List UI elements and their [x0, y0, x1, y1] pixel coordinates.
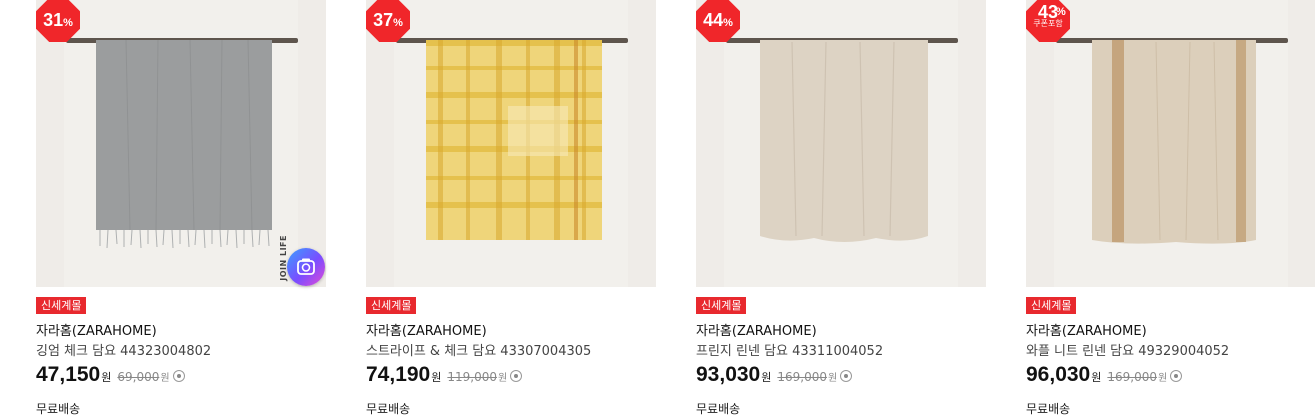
blanket-image [426, 40, 602, 240]
product-name[interactable]: 깅엄 체크 담요 44323004802 [36, 340, 211, 359]
store-tag: 신세계몰 [696, 297, 747, 314]
original-price: 69,000 [117, 370, 160, 384]
sale-price: 74,190 [366, 363, 431, 386]
shipping-label: 무료배송 [1026, 402, 1071, 416]
product-card[interactable]: JOIN LIFE 31% 신세계몰 자라홈(ZARAHOME) 깅엄 체크 담… [36, 0, 326, 416]
product-name[interactable]: 프린지 린넨 담요 43311004052 [696, 340, 883, 359]
product-image[interactable] [696, 0, 986, 287]
blanket-image [1092, 40, 1256, 244]
product-image[interactable] [366, 0, 656, 287]
shipping-label: 무료배송 [36, 402, 81, 416]
product-name[interactable]: 스트라이프 & 체크 담요 43307004305 [366, 340, 591, 359]
product-card[interactable]: 44% 신세계몰 자라홈(ZARAHOME) 프린지 린넨 담요 4331100… [696, 0, 986, 416]
sale-price: 93,030 [696, 363, 761, 386]
price-row: 93,030원 169,000원 [696, 363, 853, 389]
sale-price: 47,150 [36, 363, 101, 386]
info-icon[interactable] [172, 369, 185, 382]
original-price: 169,000 [777, 370, 827, 384]
product-card[interactable]: 37% 신세계몰 자라홈(ZARAHOME) 스트라이프 & 체크 담요 433… [366, 0, 656, 416]
blanket-image [96, 39, 272, 248]
price-row: 74,190원 119,000원 [366, 363, 523, 389]
info-icon[interactable] [510, 369, 523, 382]
sale-price: 96,030 [1026, 363, 1091, 386]
product-card[interactable]: 43% 쿠폰포함 신세계몰 자라홈(ZARAHOME) 와플 니트 린넨 담요 … [1026, 0, 1315, 416]
brand-name[interactable]: 자라홈(ZARAHOME) [36, 320, 157, 339]
shipping-label: 무료배송 [696, 402, 741, 416]
info-icon[interactable] [1170, 369, 1183, 382]
store-tag: 신세계몰 [36, 297, 87, 314]
coupon-label: 쿠폰포함 [1033, 19, 1063, 28]
store-tag: 신세계몰 [366, 297, 417, 314]
shipping-label: 무료배송 [366, 402, 411, 416]
price-row: 96,030원 169,000원 [1026, 363, 1183, 389]
product-name[interactable]: 와플 니트 린넨 담요 49329004052 [1026, 340, 1229, 359]
original-price: 119,000 [447, 370, 497, 384]
camera-icon[interactable] [287, 248, 325, 286]
info-icon[interactable] [840, 369, 853, 382]
product-image[interactable] [1026, 0, 1315, 287]
original-price: 169,000 [1107, 370, 1157, 384]
brand-name[interactable]: 자라홈(ZARAHOME) [366, 320, 487, 339]
brand-name[interactable]: 자라홈(ZARAHOME) [1026, 320, 1147, 339]
store-tag: 신세계몰 [1026, 297, 1077, 314]
blanket-image [760, 40, 928, 242]
brand-name[interactable]: 자라홈(ZARAHOME) [696, 320, 817, 339]
price-row: 47,150원 69,000원 [36, 363, 185, 389]
product-image[interactable]: JOIN LIFE [36, 0, 326, 287]
